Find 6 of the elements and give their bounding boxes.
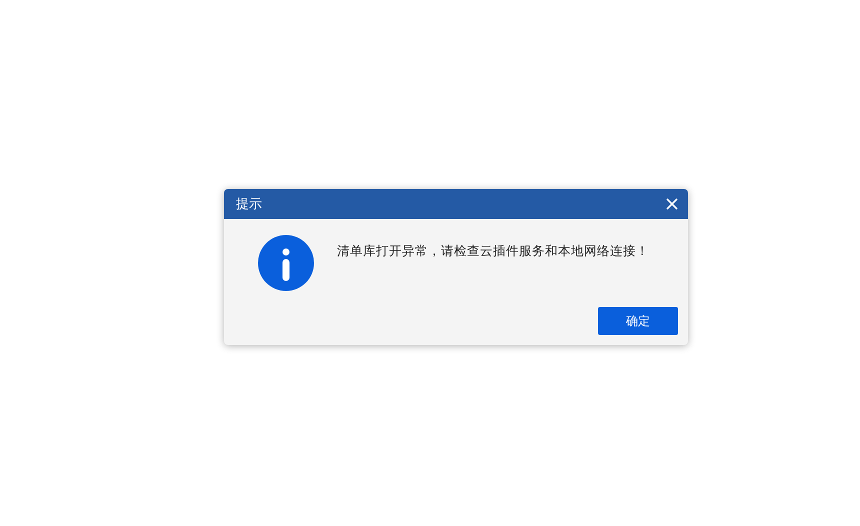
info-icon <box>258 235 314 291</box>
ok-button[interactable]: 确定 <box>598 307 678 335</box>
dialog-title: 提示 <box>236 196 262 213</box>
message-text: 清单库打开异常，请检查云插件服务和本地网络连接！ <box>337 242 650 260</box>
close-icon <box>666 198 678 210</box>
close-button[interactable] <box>664 196 680 212</box>
